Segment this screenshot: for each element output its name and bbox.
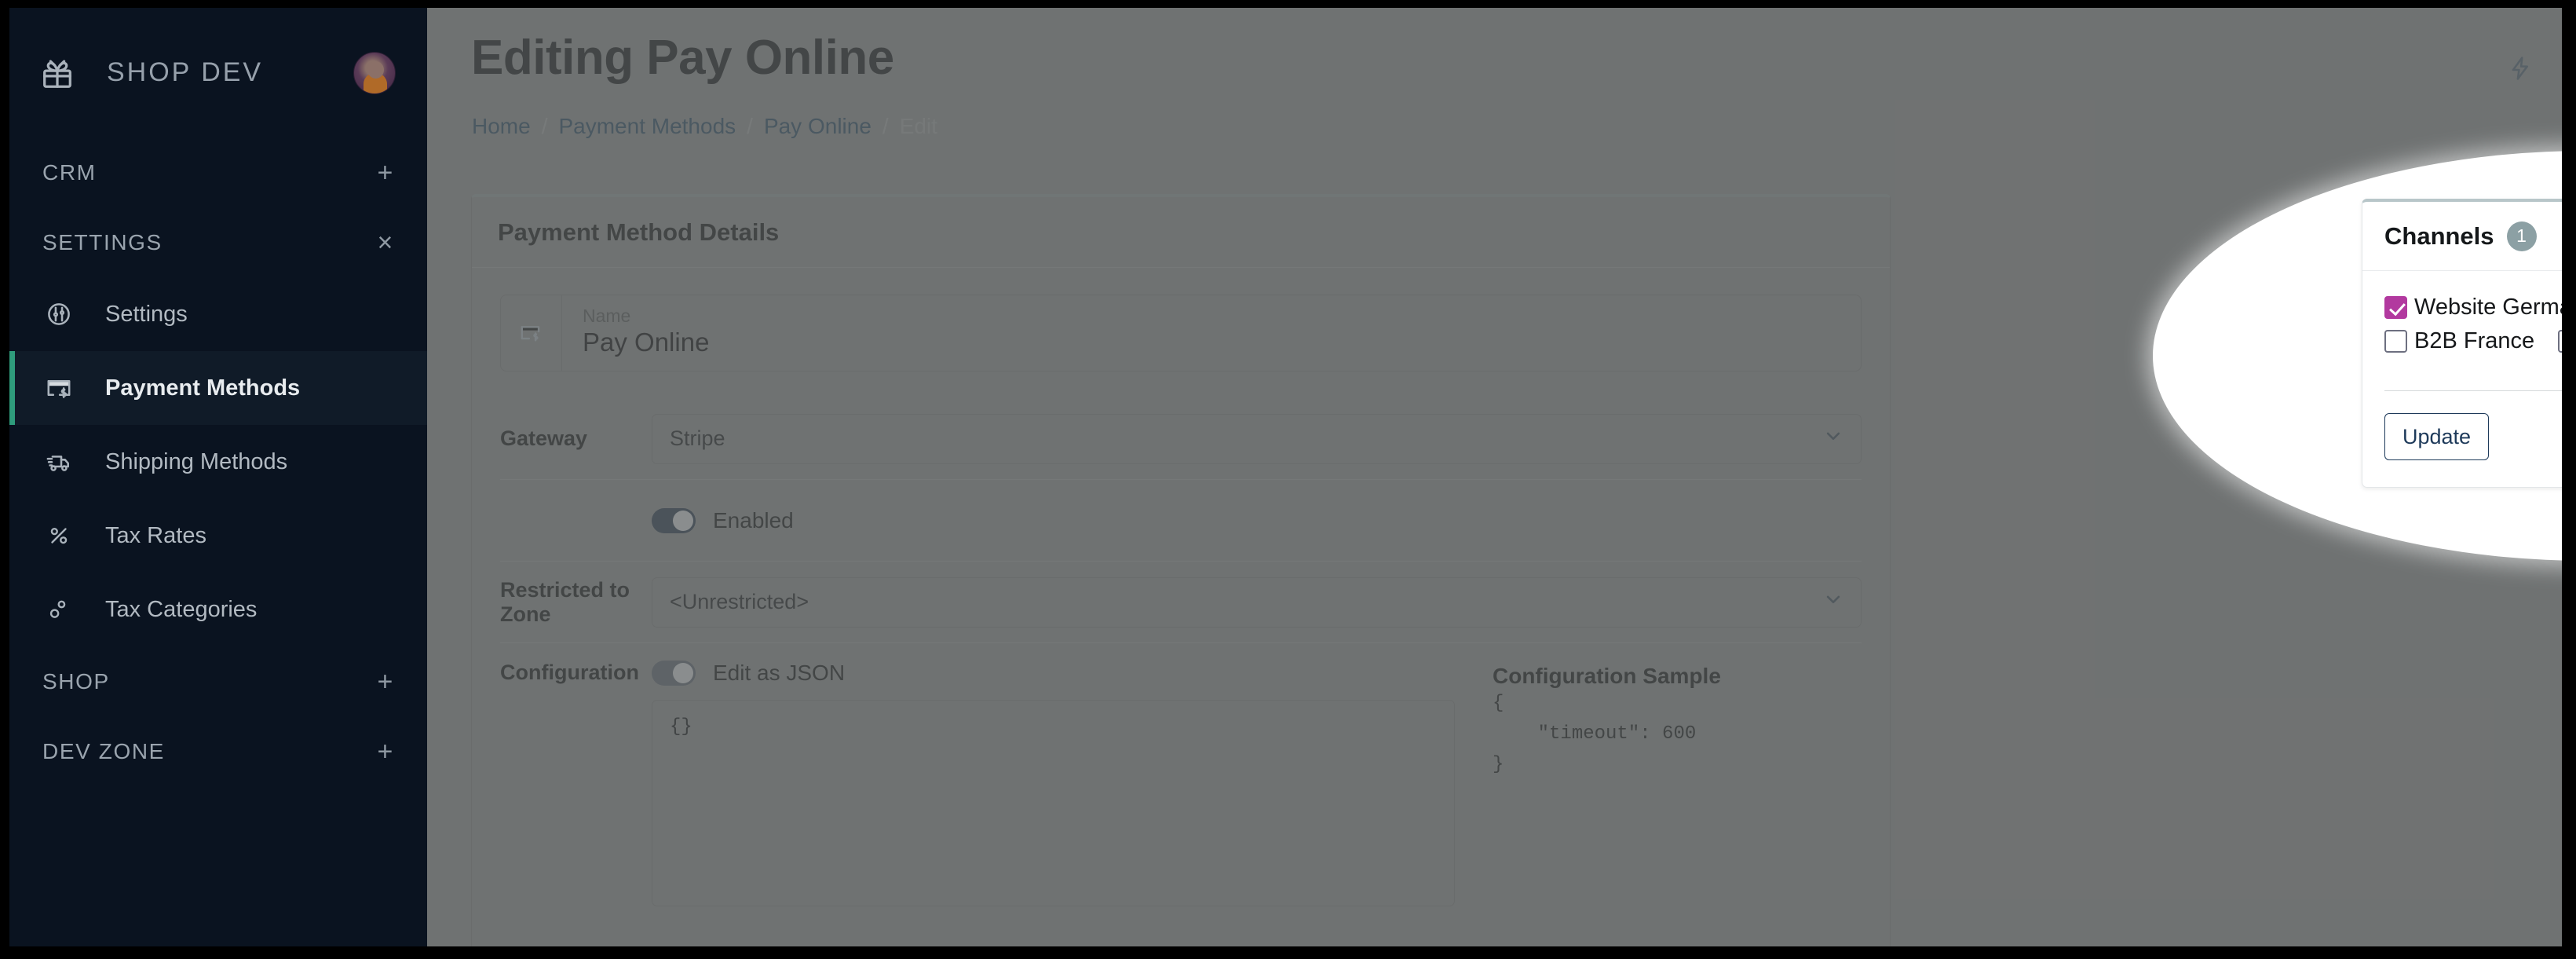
breadcrumb-separator: / <box>541 114 548 138</box>
breadcrumb-separator: / <box>882 114 889 138</box>
configuration-sample-title: Configuration Sample <box>1493 664 1721 688</box>
channel-checkbox-list: Website Germany Webiste Austria B2B Fran… <box>2384 295 2562 362</box>
plus-icon[interactable]: + <box>378 159 394 186</box>
edit-as-json-label: Edit as JSON <box>713 661 846 685</box>
close-icon[interactable]: × <box>378 229 394 256</box>
main-content: Editing Pay Online Home / Payment Method… <box>427 8 2562 946</box>
percent-icon <box>42 519 75 552</box>
configuration-row: Configuration Edit as JSON Configuration… <box>500 643 1862 910</box>
divider <box>2384 390 2562 391</box>
checkbox-icon[interactable] <box>2384 330 2407 353</box>
breadcrumb-link-home[interactable]: Home <box>472 114 531 139</box>
breadcrumb-link-payment-methods[interactable]: Payment Methods <box>558 114 736 139</box>
breadcrumb: Home / Payment Methods / Pay Online / Ed… <box>472 114 937 139</box>
enabled-toggle[interactable] <box>652 507 696 533</box>
channel-label: B2B France <box>2414 328 2535 353</box>
channel-label: Website Germany <box>2414 295 2562 320</box>
checkbox-icon[interactable] <box>2558 330 2562 353</box>
zone-value: <Unrestricted> <box>670 590 809 613</box>
channels-card: Channels 1 Website Germany Webiste Austr… <box>2362 199 2562 488</box>
sidebar-group-label: SETTINGS <box>42 229 163 254</box>
zone-select[interactable]: <Unrestricted> <box>652 576 1862 628</box>
payment-method-details-card: Payment Method Details Name Pay Online G… <box>471 194 1891 946</box>
plus-icon[interactable]: + <box>378 738 394 765</box>
channels-body: Website Germany Webiste Austria B2B Fran… <box>2362 271 2562 487</box>
gateway-label: Gateway <box>500 426 588 450</box>
checkbox-checked-icon[interactable] <box>2384 296 2407 319</box>
sidebar-item-settings[interactable]: Settings <box>9 277 427 351</box>
gateway-row: Gateway Stripe <box>500 398 1862 480</box>
configuration-sample: Configuration Sample { "timeout": 600 } <box>1493 661 1862 781</box>
sidebar-item-tax-rates[interactable]: Tax Rates <box>9 499 427 573</box>
name-field[interactable]: Name Pay Online <box>500 295 1862 372</box>
plus-icon[interactable]: + <box>378 668 394 695</box>
channels-header: Channels 1 <box>2362 202 2562 271</box>
configuration-textarea[interactable] <box>652 700 1455 906</box>
sidebar: SHOP DEV CRM + SETTINGS × Settings Payme… <box>9 8 427 946</box>
page-title: Editing Pay Online <box>471 31 894 85</box>
delivery-truck-icon <box>42 445 75 478</box>
name-field-value: Pay Online <box>583 328 710 357</box>
channels-count-badge: 1 <box>2506 221 2537 251</box>
enabled-row: Enabled <box>500 480 1862 562</box>
configuration-sample-code: { "timeout": 600 } <box>1493 693 1697 775</box>
chevron-down-icon <box>1821 587 1845 617</box>
card-title: Payment Method Details <box>472 197 1890 268</box>
enabled-label: Enabled <box>713 507 794 533</box>
credit-card-dollar-icon <box>501 295 562 371</box>
card-body: Name Pay Online Gateway Stripe Enabled R… <box>472 268 1890 942</box>
sidebar-item-label: Tax Categories <box>105 596 258 622</box>
sidebar-group-settings[interactable]: SETTINGS × <box>9 207 427 277</box>
channel-checkbox-b2b-france[interactable]: B2B France <box>2384 328 2534 354</box>
lightning-bolt-icon[interactable] <box>2507 53 2534 83</box>
sidebar-item-payment-methods[interactable]: Payment Methods <box>9 351 427 425</box>
channel-checkbox-website-germany[interactable]: Website Germany <box>2384 295 2562 320</box>
credit-card-dollar-icon <box>42 372 75 404</box>
sliders-circle-icon <box>42 298 75 331</box>
breadcrumb-link-pay-online[interactable]: Pay Online <box>764 114 871 139</box>
sidebar-group-shop[interactable]: SHOP + <box>9 646 427 716</box>
gift-box-icon <box>39 55 75 91</box>
chevron-down-icon <box>1821 424 1845 453</box>
zone-row: Restricted to Zone <Unrestricted> <box>500 562 1862 643</box>
sidebar-group-crm[interactable]: CRM + <box>9 137 427 207</box>
edit-as-json-toggle[interactable] <box>652 661 696 686</box>
sidebar-item-tax-categories[interactable]: Tax Categories <box>9 573 427 646</box>
nodes-icon <box>42 593 75 626</box>
sidebar-item-label: Settings <box>105 301 188 327</box>
sidebar-item-label: Payment Methods <box>105 375 301 401</box>
zone-label: Restricted to Zone <box>500 577 630 626</box>
avatar[interactable] <box>353 51 396 94</box>
sidebar-group-dev-zone[interactable]: DEV ZONE + <box>9 716 427 786</box>
name-field-label: Name <box>583 306 631 326</box>
sidebar-group-label: CRM <box>42 159 97 185</box>
breadcrumb-separator: / <box>747 114 753 138</box>
sidebar-item-label: Tax Rates <box>105 522 206 548</box>
channel-checkbox-slovakian-website[interactable]: Slovakian Website <box>2558 328 2562 354</box>
sidebar-group-label: DEV ZONE <box>42 738 165 763</box>
gateway-value: Stripe <box>670 426 725 450</box>
sidebar-item-shipping-methods[interactable]: Shipping Methods <box>9 425 427 499</box>
sidebar-group-label: SHOP <box>42 668 110 694</box>
channels-title: Channels <box>2384 221 2494 250</box>
app-window: SHOP DEV CRM + SETTINGS × Settings Payme… <box>9 8 2562 946</box>
gateway-select[interactable]: Stripe <box>652 413 1862 464</box>
brand-name: SHOP DEV <box>107 57 264 87</box>
sidebar-header: SHOP DEV <box>9 8 427 137</box>
update-button[interactable]: Update <box>2384 413 2490 460</box>
configuration-label: Configuration <box>500 661 639 684</box>
breadcrumb-current-edit: Edit <box>899 114 937 138</box>
sidebar-item-label: Shipping Methods <box>105 448 288 474</box>
